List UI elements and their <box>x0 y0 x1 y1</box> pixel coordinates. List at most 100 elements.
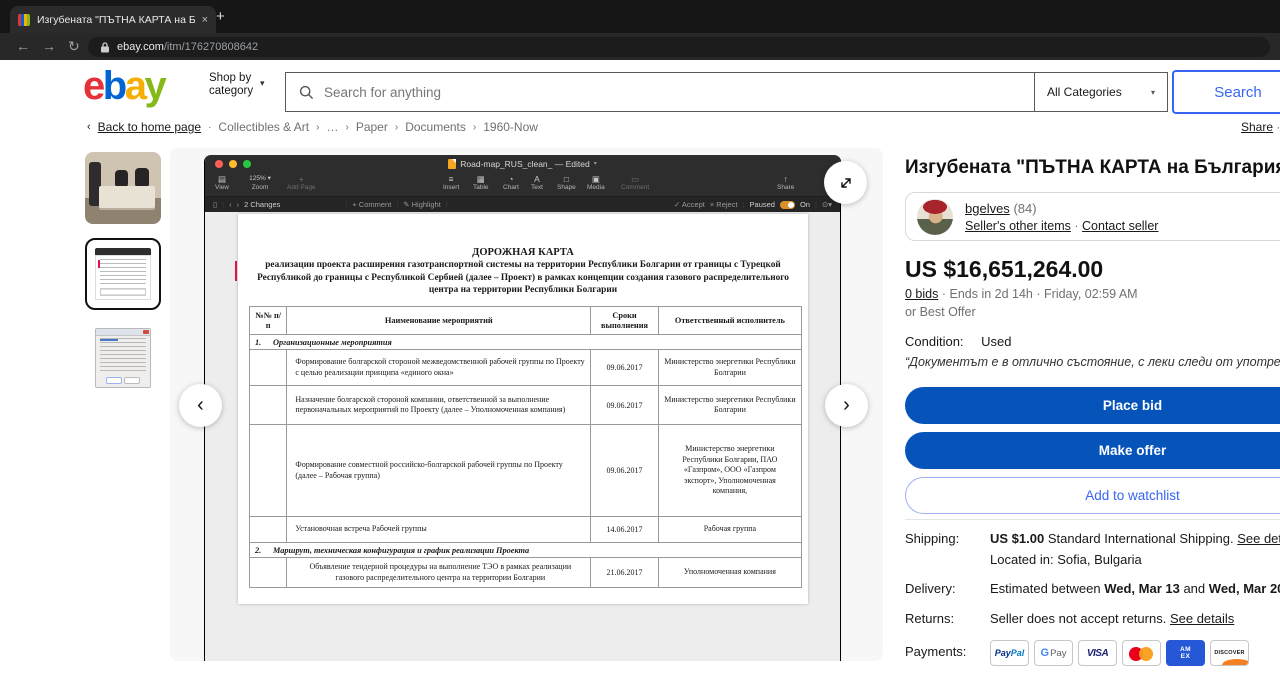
thumbnail-document-selected[interactable] <box>85 238 161 310</box>
row-name: Формирование болгарской стороной межведо… <box>286 349 592 386</box>
pages-insert-button[interactable]: ≡ Insert <box>443 174 459 191</box>
comment-button[interactable]: + Comment <box>352 200 391 209</box>
sidebar-toggle-icon[interactable]: ▯ <box>213 200 217 209</box>
pages-text-button[interactable]: A Text <box>531 174 543 191</box>
next-change-icon[interactable]: › <box>237 200 240 209</box>
pages-chart-button[interactable]: ◔ Chart <box>503 174 519 191</box>
tracking-toggle[interactable] <box>779 200 795 209</box>
end-time: Friday, 02:59 AM <box>1044 287 1138 301</box>
row-resp: Министерство энергетики Республики Болга… <box>657 424 803 517</box>
shop-by-category[interactable]: Shop by category <box>209 72 253 98</box>
pages-share-button[interactable]: ↑ Share <box>777 174 794 191</box>
pages-window-screenshot: Road-map_RUS_clean_ — Edited ▾ ▤ View 125… <box>204 155 841 661</box>
crumb-1960-now[interactable]: 1960-Now <box>483 120 538 134</box>
row-name: Назначение болгарской стороной компании,… <box>286 385 592 425</box>
tab-close-icon[interactable]: × <box>202 14 208 26</box>
thumbnail-photo[interactable] <box>85 152 161 224</box>
crumb-paper[interactable]: Paper <box>356 120 388 134</box>
returns-label: Returns: <box>905 611 955 626</box>
section-title: Организационные мероприятия <box>273 337 392 347</box>
item-location: Located in: Sofia, Bulgaria <box>990 552 1142 567</box>
row-resp: Министерство энергетики Республики Болга… <box>657 385 803 425</box>
delivery-value: Estimated between Wed, Mar 13 and Wed, M… <box>990 581 1280 596</box>
seller-avatar[interactable] <box>917 199 953 235</box>
pages-add-page-button[interactable]: + Add Page <box>287 174 316 191</box>
amex-icon: AM EX <box>1166 640 1205 666</box>
pages-zoom-control[interactable]: 125% ▾ Zoom <box>243 174 277 191</box>
pages-table-button[interactable]: ▦ Table <box>473 174 489 191</box>
shipping-see-details-link[interactable]: See details <box>1237 531 1280 546</box>
search-box[interactable] <box>285 72 1035 112</box>
col-resp: Ответственный исполнитель <box>657 306 803 335</box>
highlight-button[interactable]: ✎ Highlight <box>403 200 441 209</box>
photo-figure <box>135 168 149 188</box>
new-tab-button[interactable]: + <box>216 8 225 25</box>
payments-label: Payments: <box>905 644 967 659</box>
pages-canvas: ДОРОЖНАЯ КАРТА реализации проекта расшир… <box>205 212 840 661</box>
crumb-ellipsis[interactable]: … <box>326 120 338 134</box>
category-dropdown[interactable]: All Categories ▾ <box>1034 72 1168 112</box>
arrow-left-icon: ‹ <box>197 394 204 416</box>
logo-e: e <box>83 64 105 108</box>
place-bid-button[interactable]: Place bid <box>905 387 1280 424</box>
breadcrumb-actions: Share · Add to watchlist <box>1241 120 1280 134</box>
seller-other-items-link[interactable]: Seller's other items <box>965 219 1071 233</box>
contact-seller-link[interactable]: Contact seller <box>1082 219 1158 233</box>
visa-icon: VISA <box>1078 640 1117 666</box>
seller-name-link[interactable]: bgelves <box>965 201 1010 216</box>
section-title: Маршрут, техническая конфигурация и граф… <box>273 545 530 555</box>
share-link[interactable]: Share <box>1241 120 1273 134</box>
section-row: 2. Маршрут, техническая конфигурация и гр… <box>249 542 802 558</box>
col-num: №№ п/п <box>248 306 288 335</box>
condition-row: Condition: Used <box>905 334 1012 349</box>
search-icon <box>299 85 314 99</box>
returns-see-details-link[interactable]: See details <box>1170 611 1234 626</box>
delivery-pre: Estimated between <box>990 581 1101 596</box>
table-row: Установочная встреча Рабочей группы 14.0… <box>248 516 803 543</box>
row-resp: Уполномоченная компания <box>657 557 803 588</box>
make-offer-button[interactable]: Make offer <box>905 432 1280 469</box>
address-bar[interactable]: ebay.com/itm/176270808642 <box>88 37 1270 57</box>
crumb-sep-icon: › <box>394 121 399 133</box>
image-expand-button[interactable] <box>824 161 867 204</box>
delivery-and: and <box>1183 581 1206 596</box>
pages-media-button[interactable]: ▣ Media <box>587 174 605 191</box>
row-resp: Рабочая группа <box>657 516 803 543</box>
pages-view-button[interactable]: ▤ View <box>215 174 229 191</box>
gear-icon[interactable]: ⊙▾ <box>822 200 832 209</box>
pages-shape-button[interactable]: □ Shape <box>557 174 576 191</box>
prev-change-icon[interactable]: ‹ <box>229 200 232 209</box>
shipping-cost: US $1.00 <box>990 531 1045 546</box>
pages-comment-button[interactable]: ▭ Comment <box>621 174 649 191</box>
crumb-collectibles[interactable]: Collectibles & Art <box>218 120 309 134</box>
pages-titlebar: Road-map_RUS_clean_ — Edited ▾ <box>205 155 840 172</box>
change-marker <box>235 261 237 281</box>
changes-count: 2 Changes <box>244 200 281 209</box>
row-name: Формирование совместной российско-болгар… <box>286 424 592 517</box>
delivery-date1: Wed, Mar 13 <box>1104 581 1180 596</box>
logo-b: b <box>102 64 127 108</box>
returns-text: Seller does not accept returns. <box>990 611 1167 626</box>
carousel-prev-button[interactable]: ‹ <box>179 384 222 427</box>
crumb-documents[interactable]: Documents <box>405 120 466 134</box>
search-input[interactable] <box>322 83 926 101</box>
ends-in: Ends in 2d 14h <box>949 287 1033 301</box>
carousel-next-button[interactable]: › <box>825 384 868 427</box>
back-icon[interactable]: ← <box>16 37 30 55</box>
doc-title: ДОРОЖНАЯ КАРТА <box>472 247 574 258</box>
browser-tab[interactable]: Изгубената "ПЪТНА КАРТА на Б × <box>10 6 216 33</box>
table-row: Формирование болгарской стороной межведо… <box>248 349 803 386</box>
thumbnail-properties-dialog[interactable] <box>85 322 161 394</box>
back-to-home-link[interactable]: Back to home page <box>98 120 201 134</box>
accept-button[interactable]: ✓ Accept <box>674 200 705 209</box>
search-button-label: Search <box>1214 83 1262 101</box>
search-button[interactable]: Search <box>1172 70 1280 114</box>
forward-icon[interactable]: → <box>42 37 56 55</box>
reject-button[interactable]: × Reject <box>710 200 738 209</box>
ebay-logo[interactable]: ebay <box>83 64 167 108</box>
bids-link[interactable]: 0 bids <box>905 287 938 301</box>
reload-icon[interactable]: ↻ <box>68 37 80 55</box>
mini-dialog <box>95 328 151 388</box>
add-to-watchlist-button[interactable]: Add to watchlist <box>905 477 1280 514</box>
shop-by-line2: category <box>209 85 254 97</box>
